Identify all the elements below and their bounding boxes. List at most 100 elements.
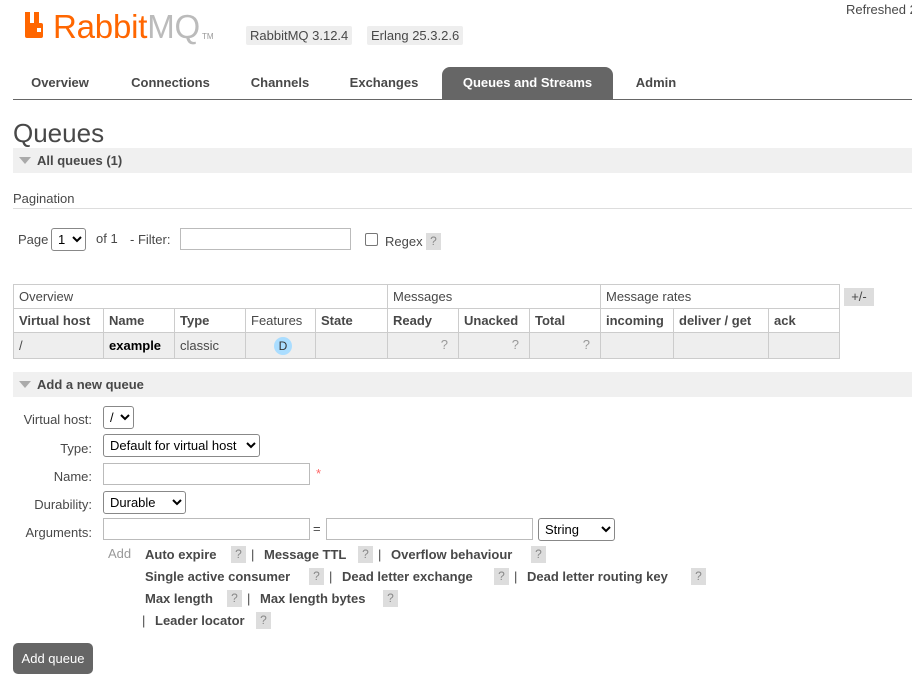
arg-leader-locator-link[interactable]: Leader locator — [155, 613, 245, 628]
arg-overflow-behaviour-link[interactable]: Overflow behaviour — [391, 547, 512, 562]
refreshed-status[interactable]: Refreshed 2 — [846, 2, 912, 17]
auto-expire-help-icon[interactable]: ? — [231, 546, 246, 563]
col-incoming[interactable]: incoming — [600, 308, 674, 333]
rabbit-logo-icon — [24, 12, 50, 38]
filter-label: - Filter: — [130, 232, 171, 247]
arg-max-length-bytes-link[interactable]: Max length bytes — [260, 591, 365, 606]
name-label: Name: — [53, 469, 92, 484]
durable-feature-badge: D — [274, 336, 292, 355]
tab-admin[interactable]: Admin — [621, 67, 691, 99]
overflow-behaviour-help-icon[interactable]: ? — [531, 546, 546, 563]
message-ttl-help-icon[interactable]: ? — [358, 546, 373, 563]
col-name[interactable]: Name — [103, 308, 175, 333]
rabbitmq-version-badge: RabbitMQ 3.12.4 — [246, 26, 353, 45]
col-features: Features — [245, 308, 316, 333]
col-ready[interactable]: Ready — [387, 308, 459, 333]
filter-input[interactable] — [180, 228, 351, 250]
separator: | — [142, 613, 146, 628]
collapse-triangle-icon — [19, 157, 31, 164]
collapse-triangle-icon — [19, 381, 31, 388]
regex-help-icon[interactable]: ? — [426, 233, 441, 250]
max-length-bytes-help-icon[interactable]: ? — [383, 590, 398, 607]
required-mark: * — [316, 466, 322, 481]
col-deliver-get[interactable]: deliver / get — [673, 308, 769, 333]
tab-overview[interactable]: Overview — [13, 67, 107, 99]
regex-checkbox[interactable] — [365, 233, 378, 246]
group-header-overview: Overview — [13, 284, 388, 309]
cell-unacked: ? — [458, 332, 530, 359]
all-queues-section-toggle[interactable]: All queues (1) — [13, 148, 912, 173]
cell-deliver-get — [673, 332, 769, 359]
arg-single-active-consumer-link[interactable]: Single active consumer — [145, 569, 290, 584]
col-virtual-host[interactable]: Virtual host — [13, 308, 104, 333]
argument-value-input[interactable] — [326, 518, 533, 540]
arg-auto-expire-link[interactable]: Auto expire — [145, 547, 217, 562]
arguments-label: Arguments: — [25, 525, 92, 540]
col-ack[interactable]: ack — [768, 308, 840, 333]
logo-wordmark: RabbitMQ — [53, 8, 200, 45]
cell-ack — [768, 332, 840, 359]
all-queues-label: All queues (1) — [37, 153, 123, 168]
type-label: Type: — [60, 441, 92, 456]
cell-ready: ? — [387, 332, 459, 359]
regex-label: Regex — [385, 234, 423, 249]
add-argument-label: Add — [108, 546, 132, 561]
argument-type-select[interactable]: String — [538, 518, 615, 541]
queue-type-select[interactable]: Default for virtual host — [103, 434, 260, 457]
argument-equals: = — [313, 521, 321, 536]
erlang-version-badge: Erlang 25.3.2.6 — [367, 26, 464, 45]
add-queue-section-toggle[interactable]: Add a new queue — [13, 372, 912, 397]
arg-dead-letter-routing-key-link[interactable]: Dead letter routing key — [527, 569, 668, 584]
group-header-message-rates: Message rates — [600, 284, 840, 309]
durability-label: Durability: — [34, 497, 92, 512]
arg-dead-letter-exchange-link[interactable]: Dead letter exchange — [342, 569, 473, 584]
add-queue-button[interactable]: Add queue — [13, 643, 93, 674]
cell-total: ? — [529, 332, 601, 359]
argument-key-input[interactable] — [103, 518, 310, 540]
separator: | — [378, 547, 382, 562]
tab-queues-and-streams[interactable]: Queues and Streams — [442, 67, 613, 99]
col-type[interactable]: Type — [174, 308, 246, 333]
main-nav-tabs: Overview Connections Channels Exchanges … — [13, 67, 912, 100]
vhost-label: Virtual host: — [23, 412, 92, 427]
leader-locator-help-icon[interactable]: ? — [256, 612, 271, 629]
page-label: Page — [18, 232, 49, 247]
single-active-consumer-help-icon[interactable]: ? — [309, 568, 324, 585]
cell-vhost: / — [13, 332, 104, 359]
group-header-messages: Messages — [387, 284, 601, 309]
queues-table: Overview Messages Message rates Virtual … — [13, 284, 840, 359]
queue-name-input[interactable] — [103, 463, 310, 485]
tab-exchanges[interactable]: Exchanges — [337, 67, 431, 99]
vhost-select[interactable]: / — [103, 406, 134, 429]
cell-state — [315, 332, 388, 359]
separator: | — [251, 547, 255, 562]
add-queue-section-label: Add a new queue — [37, 377, 144, 392]
separator: | — [514, 569, 518, 584]
rabbitmq-logo: RabbitMQ TM — [24, 10, 214, 46]
cell-features: D — [245, 332, 316, 359]
page-of-label: of 1 — [96, 231, 118, 246]
col-unacked[interactable]: Unacked — [458, 308, 530, 333]
table-row[interactable]: / example classic D ? ? ? — [13, 332, 840, 359]
pagination-divider — [13, 208, 912, 209]
col-total[interactable]: Total — [529, 308, 601, 333]
col-state[interactable]: State — [315, 308, 388, 333]
tab-connections[interactable]: Connections — [120, 67, 221, 99]
tab-channels[interactable]: Channels — [237, 67, 323, 99]
page-title: Queues — [13, 118, 105, 148]
arg-max-length-link[interactable]: Max length — [145, 591, 213, 606]
cell-type: classic — [174, 332, 246, 359]
cell-incoming — [600, 332, 674, 359]
arg-message-ttl-link[interactable]: Message TTL — [264, 547, 346, 562]
max-length-help-icon[interactable]: ? — [227, 590, 242, 607]
page-select[interactable]: 1 — [51, 228, 86, 251]
dead-letter-routing-key-help-icon[interactable]: ? — [691, 568, 706, 585]
separator: | — [247, 591, 251, 606]
dead-letter-exchange-help-icon[interactable]: ? — [494, 568, 509, 585]
logo-trademark: TM — [201, 32, 214, 41]
pagination-heading: Pagination — [13, 191, 75, 206]
columns-toggle-button[interactable]: +/- — [844, 288, 874, 306]
cell-queue-name-link[interactable]: example — [103, 332, 175, 359]
durability-select[interactable]: Durable — [103, 491, 186, 514]
separator: | — [329, 569, 333, 584]
